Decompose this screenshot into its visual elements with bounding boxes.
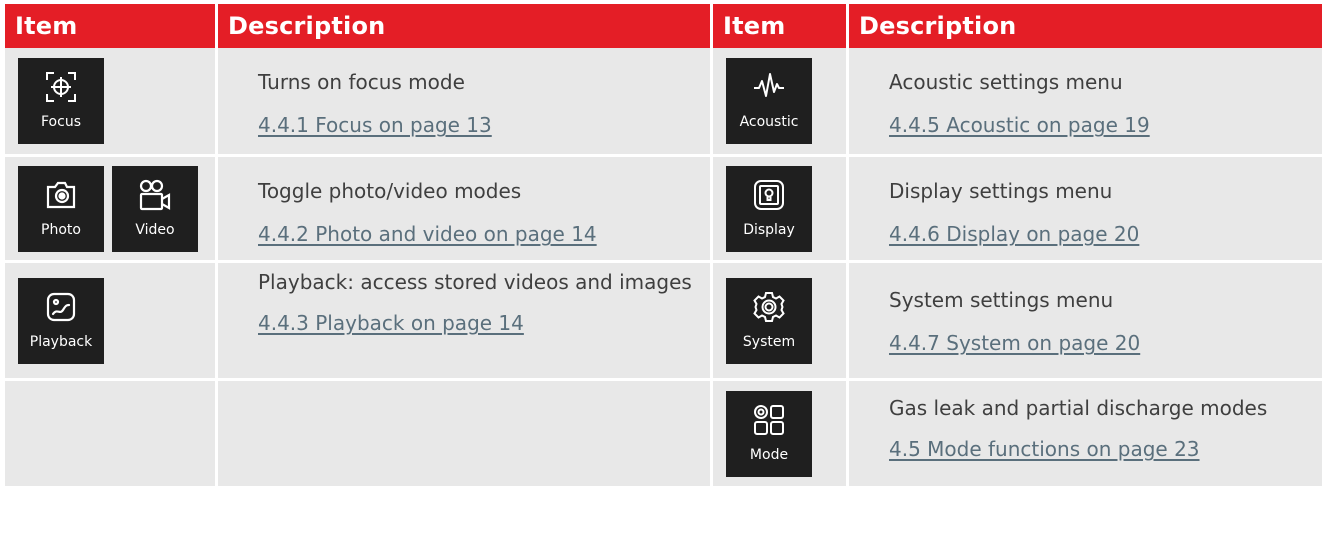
focus-icon — [46, 72, 76, 102]
row-3-right-text: System settings menu — [889, 288, 1114, 312]
row-3-right-icons: System — [710, 260, 846, 378]
row-2-left-desc: Toggle photo/video modes 4.4.2 Photo and… — [215, 154, 710, 260]
link-playback[interactable]: 4.4.3 Playback on page 14 — [258, 310, 710, 337]
mode-grid-icon — [754, 404, 784, 435]
row-3-left-text: Playback: access stored videos and image… — [258, 270, 692, 294]
row-2-right-desc: Display settings menu 4.4.6 Display on p… — [846, 154, 1322, 260]
row-1-left-text: Turns on focus mode — [258, 70, 465, 94]
row-1-right-desc: Acoustic settings menu 4.4.5 Acoustic on… — [846, 48, 1322, 154]
acoustic-tile[interactable]: Acoustic — [726, 58, 812, 144]
row-4-right-text: Gas leak and partial discharge modes — [889, 396, 1268, 420]
gear-icon — [753, 291, 785, 322]
photo-label: Photo — [41, 221, 81, 238]
acoustic-label: Acoustic — [739, 114, 799, 130]
mode-tile[interactable]: Mode — [726, 390, 812, 477]
row-2-left-icons: Photo Video — [5, 154, 215, 260]
video-camera-icon — [139, 179, 171, 210]
row-1-left-icons: Focus — [5, 48, 215, 154]
focus-label: Focus — [41, 114, 81, 130]
playback-label: Playback — [29, 333, 93, 350]
row-3-left-desc: Playback: access stored videos and image… — [215, 260, 710, 378]
link-mode[interactable]: 4.5 Mode functions on page 23 — [889, 436, 1322, 463]
row-3-left-icons: Playback — [5, 260, 215, 378]
display-tile[interactable]: Display — [726, 165, 812, 252]
row-4-right-icons: Mode — [710, 378, 846, 486]
mode-label: Mode — [749, 446, 789, 463]
items-table: Item Description Item Description Focus … — [5, 4, 1322, 486]
link-focus[interactable]: 4.4.1 Focus on page 13 — [258, 112, 710, 139]
waveform-icon — [754, 73, 784, 97]
system-label: System — [742, 333, 796, 350]
system-tile[interactable]: System — [726, 277, 812, 364]
row-1-left-desc: Turns on focus mode 4.4.1 Focus on page … — [215, 48, 710, 154]
row-1-right-text: Acoustic settings menu — [889, 70, 1123, 94]
display-icon — [754, 179, 784, 210]
video-tile[interactable]: Video — [112, 165, 198, 252]
row-2-right-text: Display settings menu — [889, 179, 1113, 203]
display-label: Display — [743, 221, 795, 238]
row-3-right-desc: System settings menu 4.4.7 System on pag… — [846, 260, 1322, 378]
link-acoustic[interactable]: 4.4.5 Acoustic on page 19 — [889, 112, 1322, 139]
header-item-right: Item — [710, 4, 846, 48]
focus-tile[interactable]: Focus — [18, 58, 104, 144]
video-label: Video — [135, 221, 175, 238]
header-item-left: Item — [5, 4, 215, 48]
camera-icon — [46, 181, 76, 208]
row-4-left-desc-empty — [215, 378, 710, 486]
link-system[interactable]: 4.4.7 System on page 20 — [889, 330, 1322, 357]
row-4-left-empty — [5, 378, 215, 486]
header-description-left: Description — [215, 4, 710, 48]
photo-tile[interactable]: Photo — [18, 165, 104, 252]
row-2-left-text: Toggle photo/video modes — [258, 179, 522, 203]
header-description-right: Description — [846, 4, 1322, 48]
playback-tile[interactable]: Playback — [18, 277, 104, 364]
row-4-right-desc: Gas leak and partial discharge modes 4.5… — [846, 378, 1322, 486]
playback-icon — [46, 292, 76, 321]
link-photo-video[interactable]: 4.4.2 Photo and video on page 14 — [258, 221, 710, 248]
link-display[interactable]: 4.4.6 Display on page 20 — [889, 221, 1322, 248]
row-2-right-icons: Display — [710, 154, 846, 260]
row-1-right-icons: Acoustic — [710, 48, 846, 154]
